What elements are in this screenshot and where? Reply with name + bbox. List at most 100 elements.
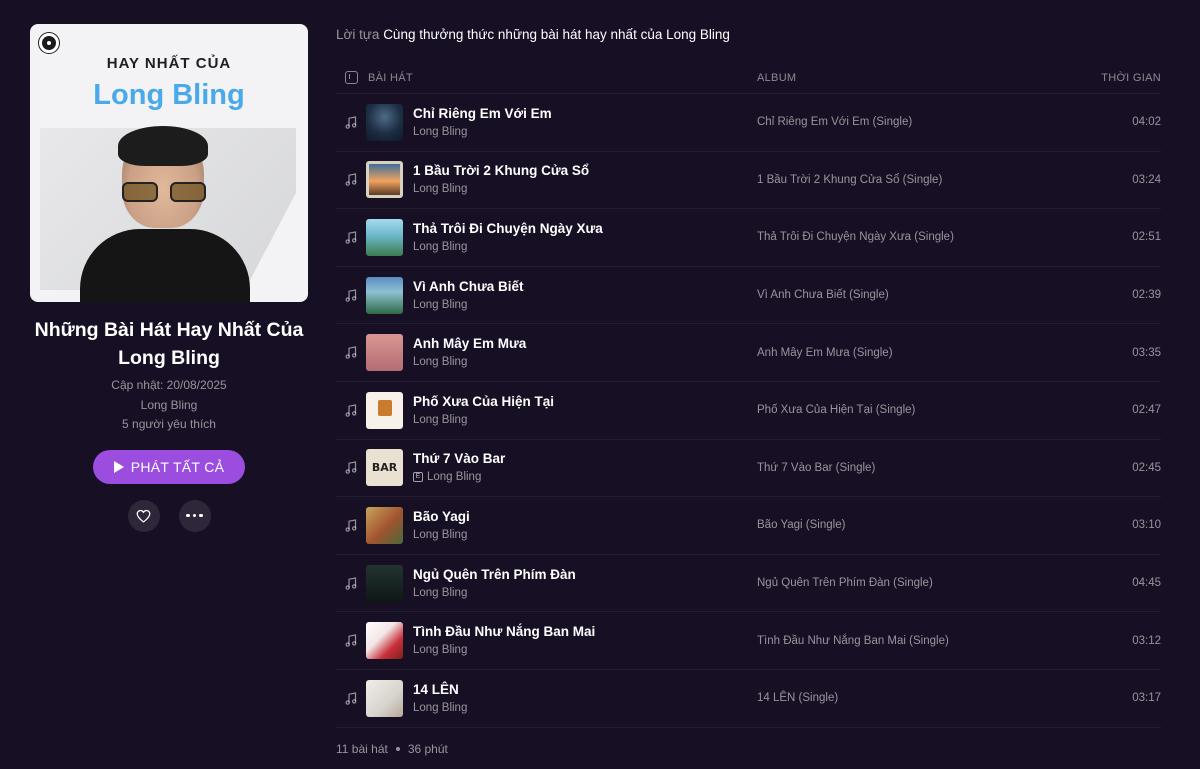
music-note-icon: [336, 461, 366, 475]
song-thumbnail[interactable]: [366, 161, 403, 199]
song-thumbnail[interactable]: [366, 334, 403, 372]
song-album[interactable]: Thứ 7 Vào Bar (Single): [757, 462, 1081, 474]
header-song: BÀI HÁT: [336, 71, 757, 84]
song-duration: 04:45: [1132, 577, 1161, 590]
song-thumbnail[interactable]: [366, 103, 403, 141]
song-thumbnail[interactable]: [366, 276, 403, 314]
song-title[interactable]: Ngủ Quên Trên Phím Đàn: [413, 565, 757, 584]
like-button[interactable]: [127, 499, 160, 532]
song-artist[interactable]: Long Bling: [413, 641, 467, 659]
song-artist[interactable]: Long Bling: [413, 180, 467, 198]
song-artist[interactable]: Long Bling: [413, 296, 467, 314]
song-album[interactable]: Tình Đầu Như Nắng Ban Mai (Single): [757, 635, 1081, 647]
intro-text: Cùng thưởng thức những bài hát hay nhất …: [383, 27, 730, 42]
song-thumbnail[interactable]: [366, 564, 403, 602]
table-header: BÀI HÁT ALBUM THỜI GIAN: [336, 62, 1161, 94]
song-thumbnail[interactable]: [366, 218, 403, 256]
heart-icon: [136, 509, 151, 523]
song-row[interactable]: Thả Trôi Đi Chuyện Ngày Xưa Long Bling Thả…: [336, 209, 1161, 267]
song-title[interactable]: 14 LÊN: [413, 680, 757, 699]
song-artist-row: Long Bling: [413, 123, 757, 141]
song-title[interactable]: 1 Bầu Trời 2 Khung Cửa Sổ: [413, 161, 757, 180]
song-artist-row: Long Bling: [413, 180, 757, 198]
song-thumbnail[interactable]: [366, 622, 403, 660]
song-album[interactable]: Phố Xưa Của Hiện Tại (Single): [757, 404, 1081, 416]
song-title[interactable]: Anh Mây Em Mưa: [413, 334, 757, 353]
song-artist[interactable]: Long Bling: [413, 699, 467, 717]
song-row[interactable]: Ngủ Quên Trên Phím Đàn Long Bling Ngủ Quên…: [336, 555, 1161, 613]
more-icon: [186, 513, 203, 518]
song-list-panel: Lời tựa Cùng thưởng thức những bài hát h…: [336, 26, 1161, 756]
music-note-icon: [336, 231, 366, 244]
song-title[interactable]: Bão Yagi: [413, 507, 757, 526]
song-title[interactable]: Chỉ Riêng Em Với Em: [413, 104, 757, 123]
song-row[interactable]: Bão Yagi Long Bling Bão Yagi (Single) 03:10: [336, 497, 1161, 555]
playlist-updated: Cập nhật: 20/08/2025: [111, 378, 227, 392]
song-artist[interactable]: Long Bling: [413, 584, 467, 602]
song-thumbnail[interactable]: [366, 679, 403, 717]
song-album[interactable]: 1 Bầu Trời 2 Khung Cửa Sổ (Single): [757, 174, 1081, 186]
playlist-actions: [127, 499, 211, 532]
song-row[interactable]: Vì Anh Chưa Biết Long Bling Vì Anh Chưa Bi…: [336, 267, 1161, 325]
more-button[interactable]: [178, 499, 211, 532]
song-row[interactable]: 14 LÊN Long Bling 14 LÊN (Single) 03:17: [336, 670, 1161, 728]
song-title[interactable]: Tình Đầu Như Nắng Ban Mai: [413, 622, 757, 641]
song-row[interactable]: Phố Xưa Của Hiện Tại Long Bling Phố Xưa Củ…: [336, 382, 1161, 440]
song-artist-row: Long Bling: [413, 641, 757, 659]
song-artist-row: Long Bling: [413, 411, 757, 429]
song-artist[interactable]: Long Bling: [413, 238, 467, 256]
song-album[interactable]: Thả Trôi Đi Chuyện Ngày Xưa (Single): [757, 231, 1081, 243]
song-artist[interactable]: Long Bling: [427, 468, 481, 486]
song-info: Ngủ Quên Trên Phím Đàn Long Bling: [413, 565, 757, 602]
song-album[interactable]: Chỉ Riêng Em Với Em (Single): [757, 116, 1081, 128]
song-title[interactable]: Vì Anh Chưa Biết: [413, 277, 757, 296]
music-note-icon: [336, 519, 366, 532]
header-album: ALBUM: [757, 71, 797, 84]
song-row[interactable]: Chỉ Riêng Em Với Em Long Bling Chỉ Riêng E…: [336, 94, 1161, 152]
song-row[interactable]: Anh Mây Em Mưa Long Bling Anh Mây Em Mưa (…: [336, 324, 1161, 382]
song-title[interactable]: Thả Trôi Đi Chuyện Ngày Xưa: [413, 219, 757, 238]
disc-icon: [39, 33, 59, 53]
separator-dot: [395, 746, 400, 751]
cover-line-2: Long Bling: [93, 79, 245, 111]
song-album[interactable]: Ngủ Quên Trên Phím Đàn (Single): [757, 577, 1081, 589]
song-thumbnail[interactable]: [366, 506, 403, 544]
song-album[interactable]: Bão Yagi (Single): [757, 519, 1081, 531]
song-row[interactable]: Tình Đầu Như Nắng Ban Mai Long Bling Tình …: [336, 612, 1161, 670]
music-note-icon: [336, 116, 366, 129]
song-artist-row: Long Bling: [413, 699, 757, 717]
song-album[interactable]: Anh Mây Em Mưa (Single): [757, 347, 1081, 359]
music-note-icon: [336, 288, 366, 302]
song-artist[interactable]: Long Bling: [413, 353, 467, 371]
song-info: Thứ 7 Vào Bar E Long Bling: [413, 449, 757, 486]
song-title[interactable]: Phố Xưa Của Hiện Tại: [413, 392, 757, 411]
song-row[interactable]: BAR Thứ 7 Vào Bar E Long Bling Thứ 7 Vào Bar…: [336, 440, 1161, 498]
song-artist[interactable]: Long Bling: [413, 123, 467, 141]
song-info: 14 LÊN Long Bling: [413, 680, 757, 717]
song-title[interactable]: Thứ 7 Vào Bar: [413, 449, 757, 468]
song-info: Anh Mây Em Mưa Long Bling: [413, 334, 757, 371]
music-note-icon: [336, 576, 366, 590]
song-thumbnail[interactable]: [366, 391, 403, 429]
music-note-icon: [336, 634, 366, 647]
song-info: 1 Bầu Trời 2 Khung Cửa Sổ Long Bling: [413, 161, 757, 198]
song-artist[interactable]: Long Bling: [413, 526, 467, 544]
play-all-button[interactable]: PHÁT TẤT CẢ: [93, 449, 245, 484]
song-thumbnail[interactable]: BAR: [366, 449, 403, 487]
playlist-title: Những Bài Hát Hay Nhất Của Long Bling: [34, 319, 304, 369]
explicit-icon: E: [413, 472, 423, 483]
song-list: Chỉ Riêng Em Với Em Long Bling Chỉ Riêng E…: [336, 94, 1161, 728]
playlist-artist-link[interactable]: Long Bling: [141, 396, 198, 416]
total-duration: 36 phút: [407, 741, 448, 756]
song-artist[interactable]: Long Bling: [413, 411, 467, 429]
song-album[interactable]: 14 LÊN (Single): [757, 692, 1081, 704]
music-note-icon: [336, 173, 366, 187]
song-row[interactable]: 1 Bầu Trời 2 Khung Cửa Sổ Long Bling 1 Bầu…: [336, 152, 1161, 210]
playlist-cover[interactable]: HAY NHẤT CỦA Long Bling: [30, 24, 308, 302]
cover-artist-glasses: [122, 182, 206, 202]
cover-artist-body: [80, 229, 250, 302]
song-duration: 03:10: [1132, 519, 1161, 532]
song-album[interactable]: Vì Anh Chưa Biết (Single): [757, 289, 1081, 301]
cover-line-1: HAY NHẤT CỦA: [106, 55, 232, 72]
sort-icon[interactable]: [345, 71, 358, 84]
